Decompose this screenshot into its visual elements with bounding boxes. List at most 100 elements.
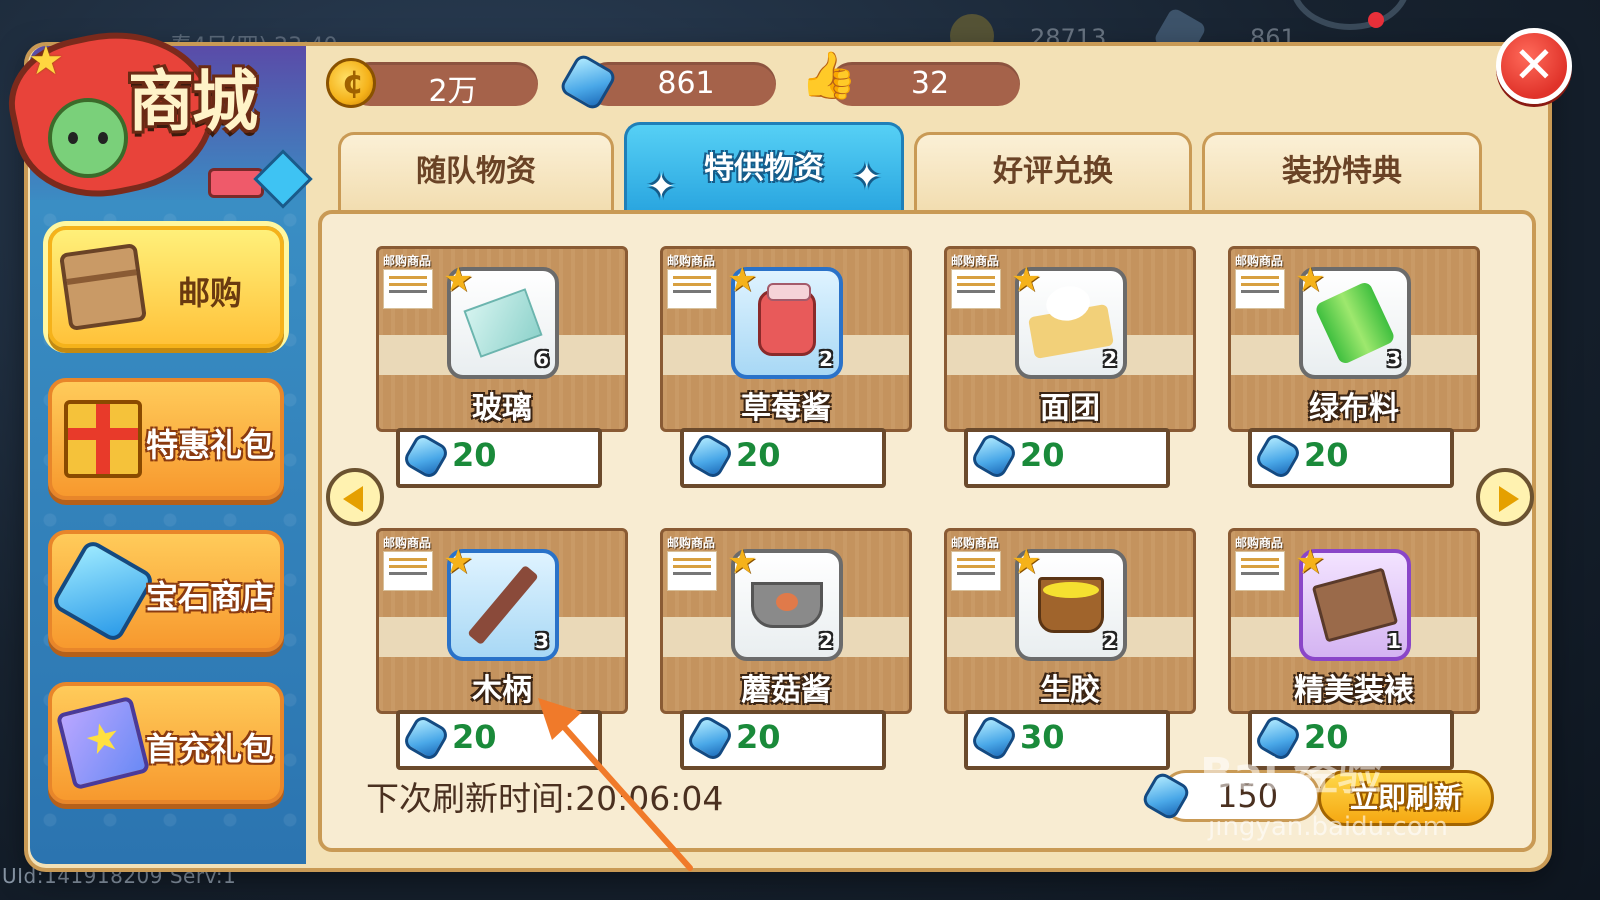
tab-special-supplies[interactable]: ✦ 特供物资 ✦ (624, 122, 904, 210)
price-button[interactable]: 20 (680, 710, 886, 770)
card-tag: 邮购商品 (951, 254, 1000, 268)
shop-item-card[interactable]: 邮购商品 ★ 2 草莓酱 (660, 246, 912, 432)
star-badge-icon: ★ (1011, 542, 1042, 582)
box-icon (58, 242, 148, 332)
star-card-icon (55, 695, 151, 791)
star-badge-icon: ★ (1011, 260, 1042, 300)
likes-value: 32 (910, 66, 950, 101)
item-quantity: 3 (535, 629, 549, 653)
gold-counter: 2万 (348, 62, 538, 109)
item-icon-frame: ★ 2 (727, 545, 843, 661)
mushroom-sauce-icon (751, 582, 823, 628)
wooden-handle-icon (467, 564, 539, 646)
star-badge-icon: ★ (1295, 542, 1326, 582)
raw-rubber-icon (1038, 577, 1104, 633)
card-tag: 邮购商品 (383, 254, 432, 268)
gold-value: 2万 (428, 74, 478, 109)
price-button[interactable]: 20 (1248, 428, 1454, 488)
item-name: 精美装裱 (1294, 673, 1414, 708)
close-button[interactable]: ✕ (1496, 28, 1572, 104)
item-icon-frame: ★ 6 (443, 263, 559, 379)
star-badge-icon: ★ (727, 260, 758, 300)
gem-icon (401, 431, 451, 481)
sidebar-item-first-recharge-pack[interactable]: 首充礼包 (48, 682, 284, 804)
tab-special-supplies-label: 特供物资 (704, 151, 824, 186)
card-tag: 邮购商品 (1235, 254, 1284, 268)
barcode-label-icon (667, 551, 717, 591)
sidebar-item-label: 首充礼包 (145, 730, 274, 768)
gift-icon (208, 168, 264, 198)
star-badge-icon: ★ (727, 542, 758, 582)
item-name: 绿布料 (1309, 391, 1399, 426)
notification-dot (1368, 12, 1384, 28)
item-name: 玻璃 (472, 391, 532, 426)
item-quantity: 2 (819, 629, 833, 653)
gem-icon (969, 431, 1019, 481)
shop-item-card[interactable]: 邮购商品 ★ 3 绿布料 (1228, 246, 1480, 432)
price-value: 20 (1304, 436, 1349, 474)
tab-team-supplies[interactable]: 随队物资 (338, 132, 614, 210)
sidebar-item-label: 特惠礼包 (145, 426, 274, 464)
watermark-logo: Bai 经验 (1200, 749, 1382, 800)
barcode-label-icon (383, 269, 433, 309)
item-quantity: 3 (1387, 347, 1401, 371)
price-value: 20 (452, 718, 497, 756)
dough-icon (1027, 303, 1115, 360)
barcode-label-icon (951, 551, 1001, 591)
price-value: 20 (736, 436, 781, 474)
watermark-url: jingyan.baidu.com (1208, 812, 1448, 842)
gem-icon (253, 149, 313, 209)
strawberry-jam-icon (758, 283, 816, 356)
prev-page-button[interactable] (326, 468, 384, 526)
shop-item-card[interactable]: 邮购商品 ★ 6 玻璃 (376, 246, 628, 432)
mascot-icon (48, 98, 128, 178)
item-name: 面团 (1040, 391, 1100, 426)
sidebar-item-gem-shop[interactable]: 宝石商店 (48, 530, 284, 652)
price-button[interactable]: 20 (396, 428, 602, 488)
annotation-arrow (538, 698, 693, 871)
gem-icon (969, 713, 1019, 763)
price-value: 20 (1020, 436, 1065, 474)
shop-item-card[interactable]: 邮购商品 ★ 3 木柄 (376, 528, 628, 714)
sidebar-item-mail-order[interactable]: 邮购 (48, 226, 284, 348)
item-quantity: 2 (819, 347, 833, 371)
gold-coin-icon (326, 58, 376, 108)
item-name: 生胶 (1040, 673, 1100, 708)
next-page-button[interactable] (1476, 468, 1534, 526)
sidebar-item-label: 宝石商店 (145, 578, 274, 616)
barcode-label-icon (951, 269, 1001, 309)
glass-icon (463, 288, 543, 358)
item-name: 草莓酱 (741, 391, 831, 426)
tab-review-exchange[interactable]: 好评兑换 (914, 132, 1192, 210)
item-quantity: 2 (1103, 629, 1117, 653)
shop-item-card[interactable]: 邮购商品 ★ 1 精美装裱 (1228, 528, 1480, 714)
item-icon-frame: ★ 2 (727, 263, 843, 379)
item-icon-frame: ★ 3 (443, 545, 559, 661)
item-quantity: 6 (535, 347, 549, 371)
card-tag: 邮购商品 (667, 536, 716, 550)
tab-costume-specials[interactable]: 装扮特典 (1202, 132, 1482, 210)
item-icon-frame: ★ 2 (1011, 545, 1127, 661)
likes-counter: 32 (830, 62, 1020, 106)
gift-icon (64, 400, 142, 478)
sparkle-icon: ✦ (852, 157, 882, 197)
price-button[interactable]: 20 (964, 428, 1170, 488)
price-button[interactable]: 30 (964, 710, 1170, 770)
shop-item-card[interactable]: 邮购商品 ★ 2 面团 (944, 246, 1196, 432)
gem-icon (685, 431, 735, 481)
gem-icon (1253, 431, 1303, 481)
gem-icon (401, 713, 451, 763)
thumbs-up-icon: 👍 (800, 48, 858, 102)
star-icon: ★ (28, 38, 64, 84)
price-value: 20 (452, 436, 497, 474)
star-badge-icon: ★ (1295, 260, 1326, 300)
shop-item-card[interactable]: 邮购商品 ★ 2 生胶 (944, 528, 1196, 714)
sidebar-item-label: 邮购 (177, 274, 242, 312)
background-ring (1290, 0, 1410, 30)
shop-title: 商城 (128, 63, 258, 140)
price-button[interactable]: 20 (680, 428, 886, 488)
card-tag: 邮购商品 (383, 536, 432, 550)
sidebar-item-special-pack[interactable]: 特惠礼包 (48, 378, 284, 500)
barcode-label-icon (1235, 551, 1285, 591)
shop-item-card[interactable]: 邮购商品 ★ 2 蘑菇酱 (660, 528, 912, 714)
